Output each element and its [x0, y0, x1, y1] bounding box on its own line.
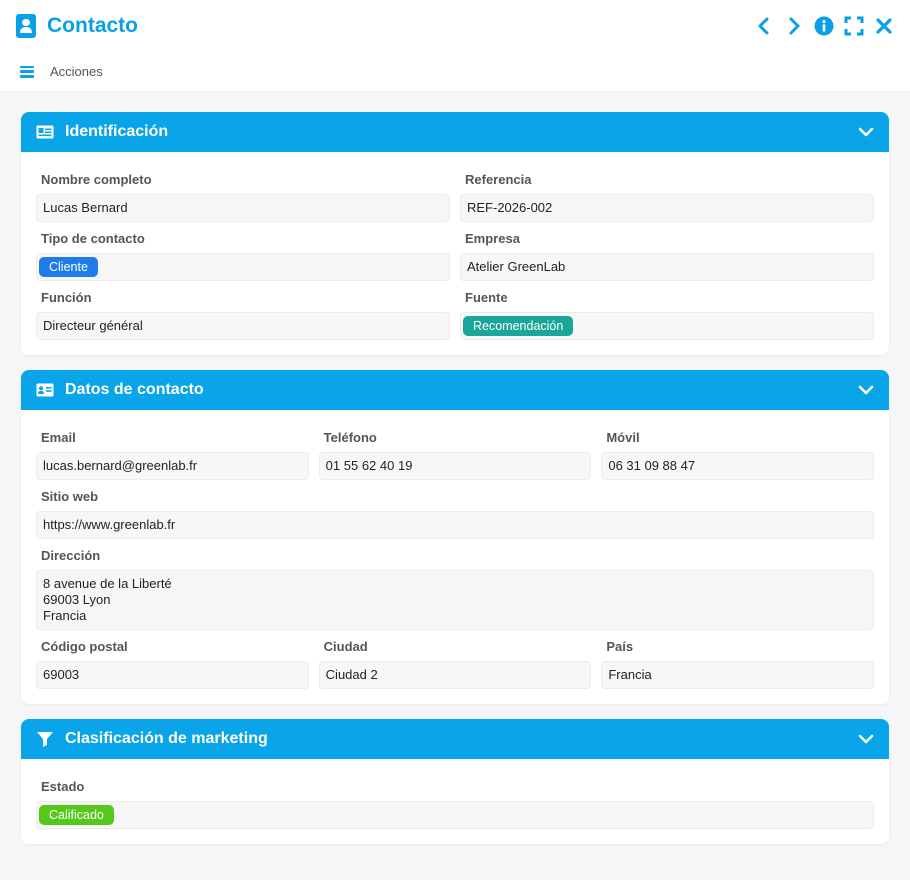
section-identificacion: Identificación Nombre completo Lucas Ber… [21, 112, 889, 355]
chevron-down-icon[interactable] [858, 124, 874, 140]
field-label: Teléfono [323, 430, 377, 445]
form-content: Identificación Nombre completo Lucas Ber… [0, 92, 910, 844]
contact-window: Contacto Acciones Identificación Nombre … [0, 0, 910, 880]
section-title: Datos de contacto [65, 381, 204, 398]
pais-field[interactable]: Francia [601, 661, 875, 689]
chevron-down-icon[interactable] [858, 382, 874, 398]
field-label: Sitio web [41, 489, 99, 504]
field-label: Empresa [465, 231, 520, 246]
referencia-field[interactable]: REF-2026-002 [460, 194, 874, 222]
field-label: Estado [41, 779, 85, 794]
field-label: Email [41, 430, 76, 445]
filter-icon [36, 732, 54, 747]
codigo-postal-field[interactable]: 69003 [36, 661, 309, 689]
field-label: Dirección [41, 548, 101, 563]
title-bar: Contacto [0, 0, 910, 52]
section-header-identificacion[interactable]: Identificación [21, 112, 889, 152]
fuente-badge: Recomendación [463, 316, 574, 336]
actions-toolbar: Acciones [0, 52, 910, 92]
chevron-down-icon[interactable] [858, 731, 874, 747]
section-header-marketing[interactable]: Clasificación de marketing [21, 719, 889, 759]
field-label: Función [41, 290, 92, 305]
field-label: Nombre completo [41, 172, 152, 187]
id-card-icon [36, 125, 54, 139]
close-icon[interactable] [874, 16, 894, 36]
estado-badge: Calificado [39, 805, 114, 825]
contact-book-icon [16, 14, 36, 38]
section-title: Clasificación de marketing [65, 730, 268, 747]
direccion-field[interactable]: 8 avenue de la Liberté 69003 Lyon Franci… [36, 570, 874, 630]
field-label: Móvil [606, 430, 640, 445]
field-label: Código postal [41, 639, 128, 654]
section-marketing: Clasificación de marketing Estado Califi… [21, 719, 889, 844]
email-field[interactable]: lucas.bernard@greenlab.fr [36, 452, 309, 480]
hamburger-menu-icon[interactable] [20, 65, 34, 78]
telefono-field[interactable]: 01 55 62 40 19 [318, 452, 592, 480]
actions-menu-label[interactable]: Acciones [50, 64, 103, 79]
ciudad-field[interactable]: Ciudad 2 [318, 661, 592, 689]
fullscreen-icon[interactable] [844, 16, 864, 36]
section-title: Identificación [65, 123, 169, 140]
window-title: Contacto [47, 14, 138, 37]
fuente-field[interactable]: Recomendación [460, 312, 874, 340]
section-datos-contacto: Datos de contacto Email lucas.bernard@gr… [21, 370, 889, 704]
movil-field[interactable]: 06 31 09 88 47 [601, 452, 875, 480]
tipo-contacto-badge: Cliente [39, 257, 98, 277]
field-label: País [606, 639, 634, 654]
field-label: Fuente [465, 290, 508, 305]
funcion-field[interactable]: Directeur général [36, 312, 450, 340]
field-label: Tipo de contacto [41, 231, 145, 246]
empresa-field[interactable]: Atelier GreenLab [460, 253, 874, 281]
sitio-web-field[interactable]: https://www.greenlab.fr [36, 511, 874, 539]
info-icon[interactable] [814, 16, 834, 36]
chevron-right-icon[interactable] [784, 16, 804, 36]
field-label: Referencia [465, 172, 532, 187]
nombre-field[interactable]: Lucas Bernard [36, 194, 450, 222]
field-label: Ciudad [323, 639, 368, 654]
estado-field[interactable]: Calificado [36, 801, 874, 829]
chevron-left-icon[interactable] [754, 16, 774, 36]
contact-card-icon [36, 383, 54, 397]
tipo-contacto-field[interactable]: Cliente [36, 253, 450, 281]
window-controls [754, 16, 894, 36]
section-header-datos-contacto[interactable]: Datos de contacto [21, 370, 889, 410]
